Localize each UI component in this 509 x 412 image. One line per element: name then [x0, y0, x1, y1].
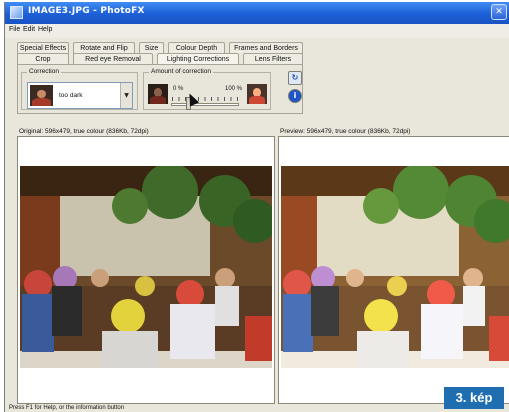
correction-label: Correction: [27, 68, 61, 75]
amount-group: Amount of correction 0 % 100 %: [143, 68, 271, 110]
amount-slider[interactable]: [171, 103, 239, 106]
info-icon[interactable]: i: [288, 89, 302, 103]
original-image-pane[interactable]: [17, 136, 275, 404]
correction-select[interactable]: too dark ▼: [27, 82, 133, 109]
menu-edit[interactable]: Edit: [23, 26, 35, 33]
window-title: IMAGE3.JPG - PhotoFX: [28, 6, 145, 16]
amount-label: Amount of correction: [149, 68, 213, 75]
chevron-down-icon[interactable]: ▼: [120, 83, 132, 108]
menu-file[interactable]: File: [9, 26, 20, 33]
darker-thumbnail: [148, 84, 168, 104]
undo-icon[interactable]: ↻: [288, 71, 302, 85]
status-bar: Press F1 for Help, or the information bu…: [5, 404, 509, 412]
correction-group: Correction too dark ▼: [21, 68, 138, 110]
slider-ticks: [172, 97, 238, 101]
preview-photo: [281, 166, 509, 368]
title-bar[interactable]: IMAGE3.JPG - PhotoFX ✕: [5, 2, 509, 24]
amount-min-label: 0 %: [173, 86, 184, 92]
menu-bar: File Edit Help: [5, 24, 509, 38]
app-icon: [10, 6, 23, 19]
lighting-corrections-panel: Correction too dark ▼ Amount of correcti…: [17, 64, 303, 114]
original-caption: Original: 596x479, true colour (836Kb, 7…: [19, 128, 149, 135]
menu-help[interactable]: Help: [38, 26, 52, 33]
correction-selected-value: too dark: [59, 92, 83, 99]
correction-preview-thumbnail: [30, 85, 53, 106]
close-window-button[interactable]: ✕: [491, 4, 507, 20]
figure-badge: 3. kép: [444, 387, 504, 409]
brighter-thumbnail: [247, 84, 267, 104]
preview-caption: Preview: 596x479, true colour (836Kb, 72…: [280, 128, 411, 135]
amount-max-label: 100 %: [225, 86, 243, 92]
app-window: IMAGE3.JPG - PhotoFX ✕ File Edit Help Sp…: [4, 2, 509, 412]
preview-image-pane[interactable]: [278, 136, 509, 404]
status-text: Press F1 for Help, or the information bu…: [9, 405, 125, 411]
original-photo: [20, 166, 272, 368]
